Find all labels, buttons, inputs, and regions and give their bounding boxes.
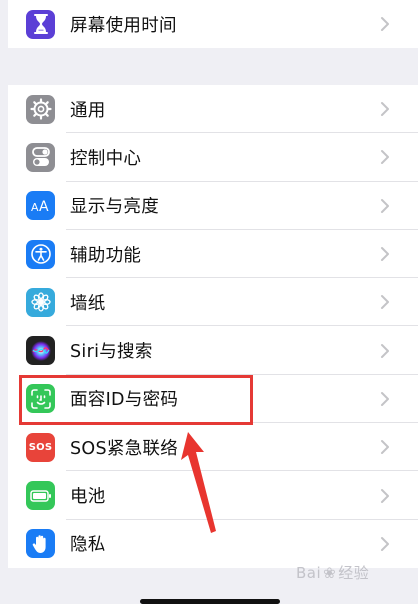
settings-row-label: 控制中心 — [70, 148, 142, 169]
settings-row-privacy[interactable]: 隐私 — [8, 520, 418, 568]
watermark-text-right: 经验 — [338, 564, 370, 582]
chevron-right-icon — [381, 102, 389, 117]
settings-group: 通用 控制中心 A A 显示与亮度 辅助功能 墙纸 Siri与搜索 面容ID与密… — [8, 85, 418, 568]
chevron-right-icon — [381, 343, 389, 358]
settings-row-label: 墙纸 — [70, 293, 106, 314]
settings-row-label: SOS紧急联络 — [70, 438, 179, 459]
siri-icon — [26, 336, 55, 366]
settings-row-label: 辅助功能 — [70, 245, 142, 266]
left-gutter — [0, 0, 8, 604]
chevron-right-icon — [381, 150, 389, 165]
paw-icon: ❀ — [323, 564, 337, 582]
text-size-icon: A A — [26, 191, 55, 221]
settings-row-label: 显示与亮度 — [70, 197, 159, 218]
chevron-right-icon — [381, 295, 389, 310]
settings-row-wallpaper[interactable]: 墙纸 — [8, 278, 418, 327]
chevron-right-icon — [381, 17, 389, 31]
settings-row-accessibility[interactable]: 辅助功能 — [8, 230, 418, 279]
settings-row-label: 通用 — [70, 100, 106, 121]
chevron-right-icon — [381, 198, 389, 213]
settings-row-display[interactable]: A A 显示与亮度 — [8, 182, 418, 230]
settings-row-label: Siri与搜索 — [70, 342, 153, 363]
settings-row-label: 隐私 — [70, 535, 106, 556]
home-indicator — [140, 599, 280, 604]
gear-icon — [26, 94, 55, 124]
settings-row-control-center[interactable]: 控制中心 — [8, 133, 418, 182]
screen-time-group: 屏幕使用时间 — [8, 0, 418, 48]
settings-row-label: 屏幕使用时间 — [70, 15, 177, 36]
battery-icon — [26, 481, 55, 511]
flower-icon — [26, 287, 55, 317]
watermark-text-left: Bai — [296, 564, 322, 582]
chevron-right-icon — [381, 440, 389, 455]
svg-text:A: A — [31, 201, 39, 214]
sos-icon-text: SOS — [28, 441, 53, 453]
chevron-right-icon — [381, 247, 389, 262]
settings-row-label: 电池 — [70, 487, 106, 508]
watermark: Bai ❀ 经验 — [296, 562, 369, 583]
accessibility-icon — [26, 239, 55, 269]
chevron-right-icon — [381, 391, 389, 406]
settings-row-general[interactable]: 通用 — [8, 85, 418, 134]
settings-row-screen-time[interactable]: 屏幕使用时间 — [8, 0, 418, 48]
chevron-right-icon — [381, 488, 389, 503]
hand-icon — [26, 529, 55, 559]
face-id-icon — [26, 384, 55, 414]
toggles-icon — [26, 142, 55, 172]
sos-icon: SOS — [26, 432, 55, 462]
svg-text:A: A — [39, 199, 49, 214]
chevron-right-icon — [381, 536, 389, 551]
hourglass-icon — [26, 9, 55, 39]
settings-row-label: 面容ID与密码 — [70, 390, 179, 411]
settings-row-face-id[interactable]: 面容ID与密码 — [8, 375, 418, 424]
settings-row-battery[interactable]: 电池 — [8, 471, 418, 520]
settings-row-sos[interactable]: SOS SOS紧急联络 — [8, 423, 418, 472]
settings-row-siri[interactable]: Siri与搜索 — [8, 326, 418, 375]
